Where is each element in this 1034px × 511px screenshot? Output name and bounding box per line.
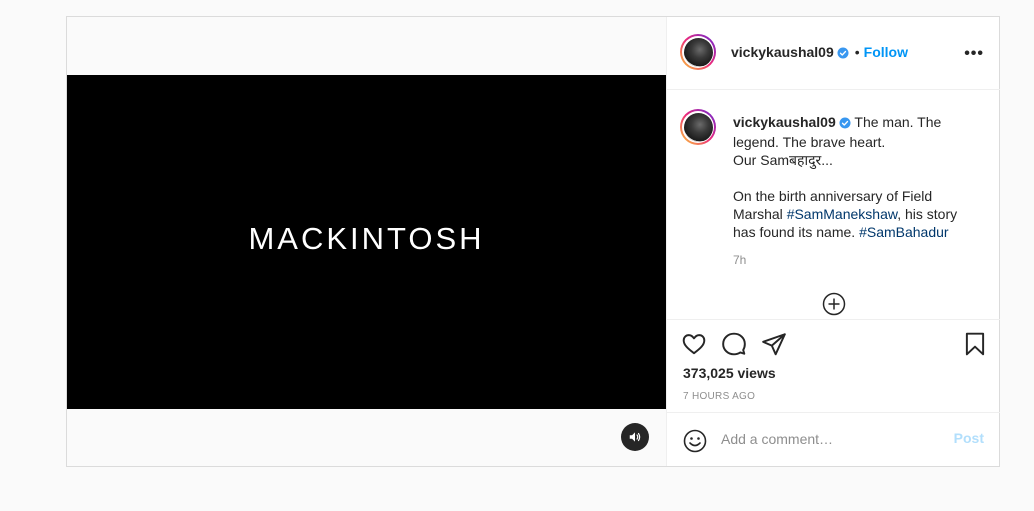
- caption-area: vickykaushal09 The man. The legend. The …: [667, 90, 1000, 318]
- video-player[interactable]: MACKINTOSH: [67, 75, 666, 451]
- emoji-smiley-icon[interactable]: [683, 429, 707, 453]
- caption-avatar[interactable]: [680, 109, 716, 145]
- load-more-comments-icon[interactable]: [822, 292, 846, 316]
- media-column: MACKINTOSH: [67, 17, 666, 466]
- caption-text: vickykaushal09 The man. The legend. The …: [733, 113, 983, 241]
- action-bar: 373,025 views 7 HOURS AGO: [667, 319, 1000, 412]
- more-options-icon[interactable]: •••: [964, 45, 984, 63]
- follow-button[interactable]: Follow: [864, 44, 908, 60]
- verified-badge-icon: [837, 46, 849, 62]
- caption-time-ago[interactable]: 7h: [733, 253, 746, 267]
- share-paper-plane-icon[interactable]: [761, 331, 787, 357]
- speaker-icon: [629, 432, 641, 442]
- mute-button[interactable]: [621, 423, 649, 451]
- post-timestamp[interactable]: 7 HOURS AGO: [683, 391, 755, 402]
- header-username[interactable]: vickykaushal09: [731, 44, 834, 60]
- comment-bar: Post: [667, 412, 1000, 467]
- views-count[interactable]: 373,025 views: [683, 365, 776, 381]
- comment-bubble-icon[interactable]: [721, 331, 747, 357]
- add-comment-input[interactable]: [721, 427, 941, 451]
- post-comment-button[interactable]: Post: [954, 430, 984, 446]
- video-title-text: MACKINTOSH: [248, 221, 485, 256]
- verified-badge-icon: [839, 115, 851, 133]
- caption-username[interactable]: vickykaushal09: [733, 114, 836, 130]
- header-avatar[interactable]: [680, 34, 716, 70]
- post-header: vickykaushal09 • Follow •••: [667, 17, 1000, 90]
- hashtag-link-sambahadur[interactable]: #SamBahadur: [859, 224, 949, 240]
- save-bookmark-icon[interactable]: [962, 331, 988, 357]
- hashtag-link-sammanekshaw[interactable]: #SamManekshaw: [787, 206, 898, 222]
- header-separator: •: [854, 44, 860, 60]
- post-sidebar: vickykaushal09 • Follow ••• vickykaushal09…: [666, 17, 1000, 466]
- like-heart-icon[interactable]: [681, 331, 707, 357]
- caption-line-2: Our Samबहादुर...: [733, 152, 833, 168]
- post-card: MACKINTOSH vickykaushal09 • Follow ••• v…: [66, 16, 1000, 467]
- header-user-line: vickykaushal09 • Follow: [731, 44, 908, 62]
